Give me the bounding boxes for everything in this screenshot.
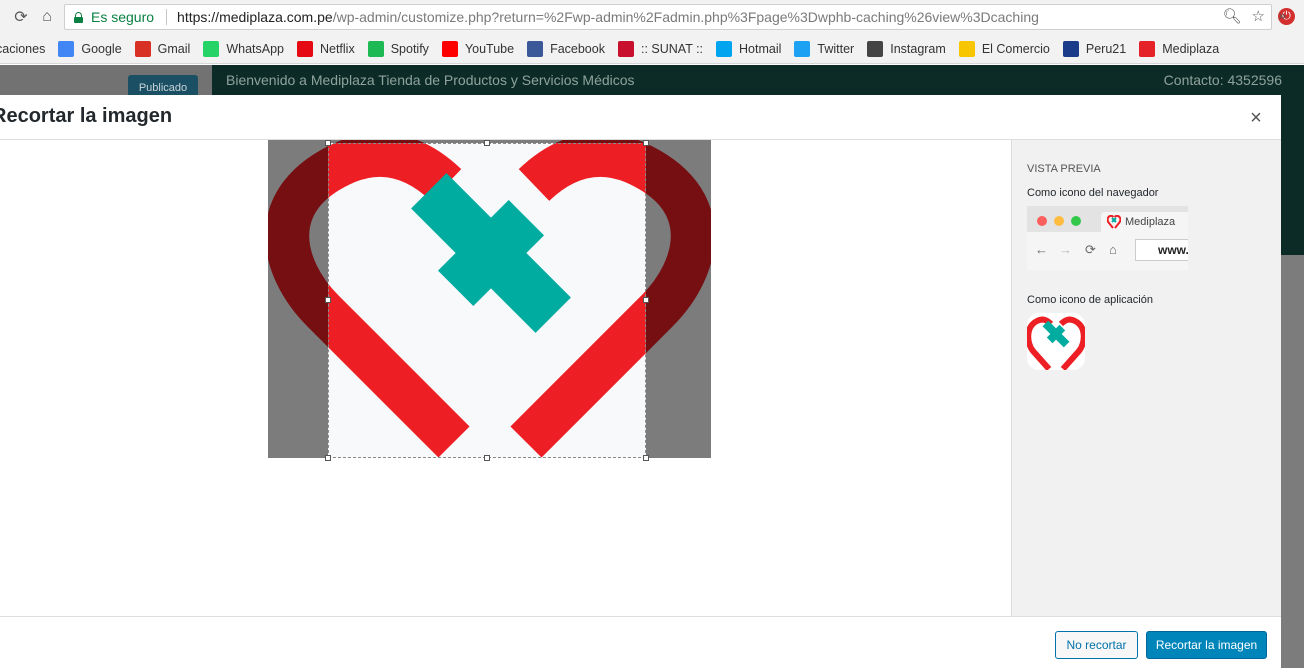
bookmark-label: caciones [0, 41, 46, 56]
microsoft-icon [716, 40, 733, 57]
bookmark-netflix[interactable]: Netflix [296, 40, 355, 57]
app-icon-preview [1027, 313, 1085, 370]
lock-icon [74, 11, 83, 23]
zoom-icon[interactable]: 🔍︎ [1223, 7, 1242, 25]
browser-toolbar: ⟳ ⌂ Es seguro https://mediplaza.com.pe/w… [0, 0, 1304, 34]
forward-arrow-icon: → [1059, 242, 1072, 257]
app-icon-label: Como icono de aplicación [1027, 294, 1153, 306]
bookmark-sunat[interactable]: :: SUNAT :: [617, 40, 704, 57]
bookmark-label: Spotify [390, 41, 429, 56]
bookmark-mediplaza[interactable]: Mediplaza [1139, 40, 1220, 57]
bookmark-label: Twitter [817, 41, 855, 56]
reload-icon: ⟳ [1085, 242, 1096, 257]
bookmark-star-icon[interactable]: ☆ [1252, 7, 1265, 25]
crop-handle-n[interactable] [484, 140, 490, 146]
bookmark-label: Gmail [157, 41, 191, 56]
close-icon[interactable]: × [1243, 105, 1269, 131]
bookmark-label: Mediplaza [1162, 41, 1220, 56]
reload-icon[interactable]: ⟳ [10, 6, 32, 28]
bookmark-label: Instagram [890, 41, 946, 56]
back-arrow-icon: ← [1035, 242, 1048, 257]
bookmark-whatsapp[interactable]: WhatsApp [203, 40, 284, 57]
gmail-icon [134, 40, 151, 57]
crop-handle-nw[interactable] [325, 140, 331, 146]
skip-crop-button[interactable]: No recortar [1055, 631, 1138, 659]
customizer-preview-edge [1281, 95, 1304, 668]
instagram-icon [867, 40, 884, 57]
secure-label: Es seguro [91, 9, 155, 25]
modal-footer: No recortar Recortar la imagen [0, 616, 1281, 668]
bookmark-hotmail[interactable]: Hotmail [716, 40, 782, 57]
elcomercio-icon [958, 40, 975, 57]
site-contact-text: Contacto: 4352596 [1163, 72, 1282, 88]
browser-icon-preview: Mediplaza ← → ⟳ ⌂ www. [1027, 206, 1188, 270]
facebook-icon [527, 40, 544, 57]
bookmark-label: Google [81, 41, 122, 56]
crop-handle-e[interactable] [643, 297, 649, 303]
home-icon[interactable]: ⌂ [36, 6, 58, 28]
spotify-icon [367, 40, 384, 57]
bookmarks-bar: caciones Google Gmail WhatsApp Netflix Spotif… [0, 34, 1304, 64]
crop-selection[interactable] [325, 140, 649, 461]
preview-url: www. [1135, 239, 1188, 261]
crop-handle-sw[interactable] [325, 455, 331, 461]
modal-header: Recortar la imagen × [0, 95, 1281, 140]
bookmark-spotify[interactable]: Spotify [367, 40, 429, 57]
bookmark-label: WhatsApp [226, 41, 284, 56]
bookmark-google[interactable]: Google [58, 40, 122, 57]
address-bar[interactable]: Es seguro https://mediplaza.com.pe/wp-ad… [64, 4, 1272, 30]
youtube-icon [441, 40, 458, 57]
bookmark-label: Hotmail [739, 41, 782, 56]
mediplaza-favicon-icon [1107, 215, 1121, 229]
crop-handle-se[interactable] [643, 455, 649, 461]
whatsapp-icon [203, 40, 220, 57]
home-icon: ⌂ [1109, 242, 1117, 257]
bookmark-el-comercio[interactable]: El Comercio [958, 40, 1050, 57]
browser-icon-label: Como icono del navegador [1027, 187, 1159, 199]
crop-image-modal: Recortar la imagen × VISTA PREVIA Como i… [0, 95, 1281, 668]
preview-tab-title: Mediplaza [1125, 216, 1176, 228]
crop-editor [268, 140, 711, 461]
site-welcome-text: Bienvenido a Mediplaza Tienda de Product… [226, 72, 635, 88]
peru21-icon [1062, 40, 1079, 57]
mediplaza-icon [1139, 40, 1156, 57]
modal-title: Recortar la imagen [0, 105, 173, 127]
preview-tab: Mediplaza [1101, 212, 1188, 232]
url-text[interactable]: https://mediplaza.com.pe/wp-admin/custom… [177, 9, 1039, 25]
crop-image-button[interactable]: Recortar la imagen [1146, 631, 1267, 659]
twitter-icon [794, 40, 811, 57]
bookmark-label: :: SUNAT :: [640, 41, 704, 56]
bookmark-peru21[interactable]: Peru21 [1062, 40, 1127, 57]
bookmark-label: YouTube [464, 41, 515, 56]
preview-panel: Vista previa Como icono del navegador Me… [1011, 140, 1281, 616]
sunat-icon [617, 40, 634, 57]
bookmark-label: Facebook [550, 41, 605, 56]
bookmark-caciones[interactable]: caciones [0, 42, 45, 56]
crop-handle-s[interactable] [484, 455, 490, 461]
bookmark-gmail[interactable]: Gmail [134, 40, 191, 57]
mediplaza-app-icon [1027, 313, 1085, 370]
bookmark-label: Netflix [319, 41, 355, 56]
bookmark-instagram[interactable]: Instagram [867, 40, 946, 57]
google-icon [58, 40, 75, 57]
preview-heading: Vista previa [1027, 163, 1101, 175]
netflix-icon [296, 40, 313, 57]
site-header: Bienvenido a Mediplaza Tienda de Product… [212, 65, 1304, 95]
bookmarks-more-icon[interactable]: » [1278, 7, 1286, 23]
bookmark-twitter[interactable]: Twitter [794, 40, 855, 57]
bookmark-label: El Comercio [981, 41, 1050, 56]
bookmark-facebook[interactable]: Facebook [527, 40, 605, 57]
bookmark-label: Peru21 [1085, 41, 1127, 56]
crop-handle-w[interactable] [325, 297, 331, 303]
bookmark-youtube[interactable]: YouTube [441, 40, 515, 57]
crop-handle-ne[interactable] [643, 140, 649, 146]
